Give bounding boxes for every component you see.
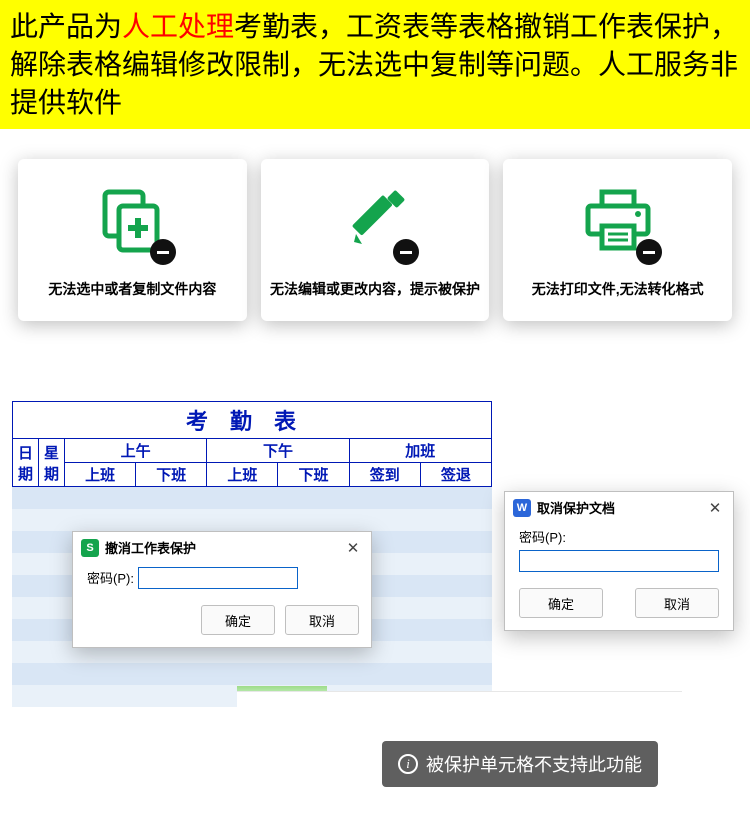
info-icon: i [398,754,418,774]
subcol: 签退 [420,463,491,487]
cards-row: 无法选中或者复制文件内容 无法编辑或更改内容，提示被保护 无法打印文件 [0,129,750,341]
subcol: 下班 [278,463,349,487]
ok-button[interactable]: 确定 [201,605,275,635]
banner: 此产品为人工处理考勤表，工资表等表格撤销工作表保护，解除表格编辑修改限制，无法选… [0,0,750,129]
card-label: 无法打印文件,无法转化格式 [532,279,704,299]
sheet-title: 考勤表 [13,402,492,439]
copy-plus-icon [92,181,172,261]
section-am: 上午 [65,439,207,463]
subcol: 签到 [349,463,420,487]
card-label: 无法选中或者复制文件内容 [48,279,216,299]
close-icon[interactable]: ✕ [343,539,363,557]
white-panel [237,691,682,736]
printer-icon [578,181,658,261]
dialog-unprotect-sheet: S 撤消工作表保护 ✕ 密码(P): 确定 取消 [72,531,372,648]
close-icon[interactable]: ✕ [705,499,725,517]
banner-text-1: 此产品为 [10,11,122,42]
ok-button[interactable]: 确定 [519,588,603,618]
card-edit: 无法编辑或更改内容，提示被保护 [261,159,490,321]
subcol: 上班 [207,463,278,487]
subcol: 下班 [136,463,207,487]
col-week: 星期 [39,439,65,487]
app-badge-w: W [513,499,531,517]
banner-highlight: 人工处理 [122,11,234,42]
card-copy: 无法选中或者复制文件内容 [18,159,247,321]
titlebar: W 取消保护文档 ✕ [505,492,733,523]
toast-protected-cell: i 被保护单元格不支持此功能 [382,741,658,787]
dialog-title: 取消保护文档 [537,498,705,517]
card-print: 无法打印文件,无法转化格式 [503,159,732,321]
app-badge-s: S [81,539,99,557]
dialog-unprotect-doc: W 取消保护文档 ✕ 密码(P): 确定 取消 [504,491,734,631]
password-label: 密码(P): [87,571,134,586]
cancel-button[interactable]: 取消 [635,588,719,618]
minus-badge-icon [393,239,419,265]
password-input[interactable] [519,550,719,572]
password-input[interactable] [138,567,298,589]
pencil-icon [335,181,415,261]
minus-badge-icon [150,239,176,265]
card-label: 无法编辑或更改内容，提示被保护 [270,279,480,299]
dialog-title: 撤消工作表保护 [105,538,343,557]
attendance-table: 考勤表 日期 星期 上午 下午 加班 上班 下班 上班 下班 签到 签退 [12,401,492,487]
sheet-area: 考勤表 日期 星期 上午 下午 加班 上班 下班 上班 下班 签到 签退 S 撤… [12,401,750,707]
subcol: 上班 [65,463,136,487]
col-date: 日期 [13,439,39,487]
cancel-button[interactable]: 取消 [285,605,359,635]
section-ot: 加班 [349,439,491,463]
toast-text: 被保护单元格不支持此功能 [426,751,642,777]
section-pm: 下午 [207,439,349,463]
minus-badge-icon [636,239,662,265]
password-label: 密码(P): [519,527,719,546]
titlebar: S 撤消工作表保护 ✕ [73,532,371,563]
